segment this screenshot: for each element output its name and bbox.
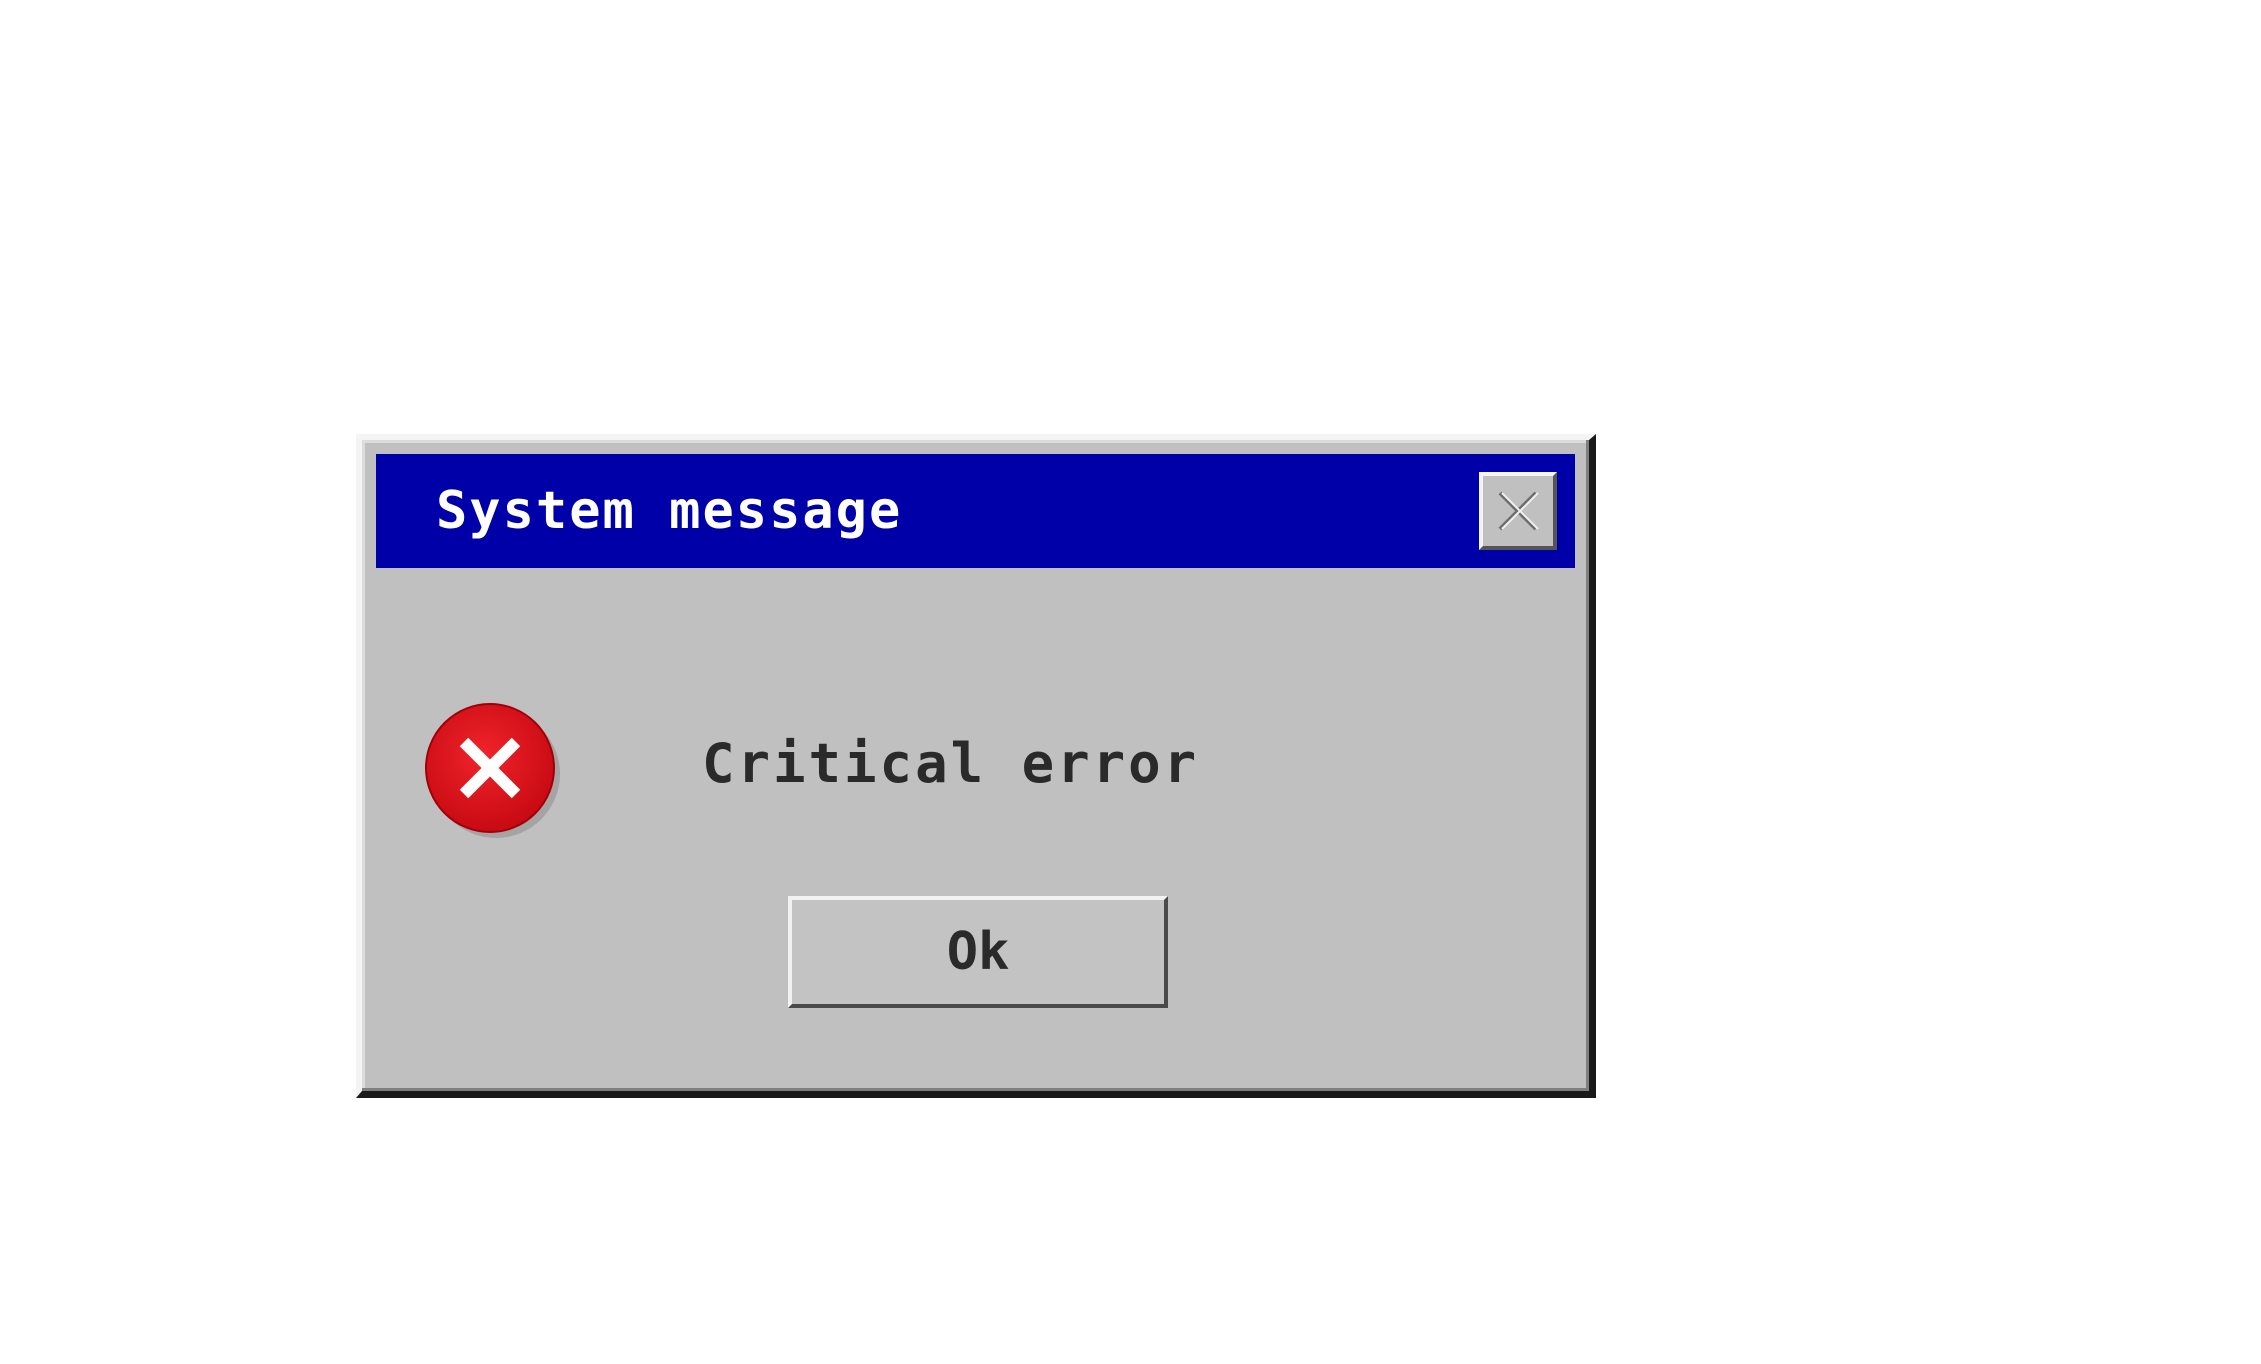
dialog-titlebar[interactable]: System message	[376, 454, 1575, 568]
close-button[interactable]	[1479, 472, 1557, 550]
close-icon	[1498, 491, 1539, 531]
error-message: Critical error	[702, 732, 1200, 795]
dialog-title: System message	[436, 481, 903, 541]
system-message-dialog: System message Critical error Ok	[356, 434, 1596, 1098]
desktop-background: System message Critical error Ok	[0, 0, 2261, 1364]
error-icon	[422, 700, 562, 840]
ok-button[interactable]: Ok	[788, 896, 1168, 1008]
